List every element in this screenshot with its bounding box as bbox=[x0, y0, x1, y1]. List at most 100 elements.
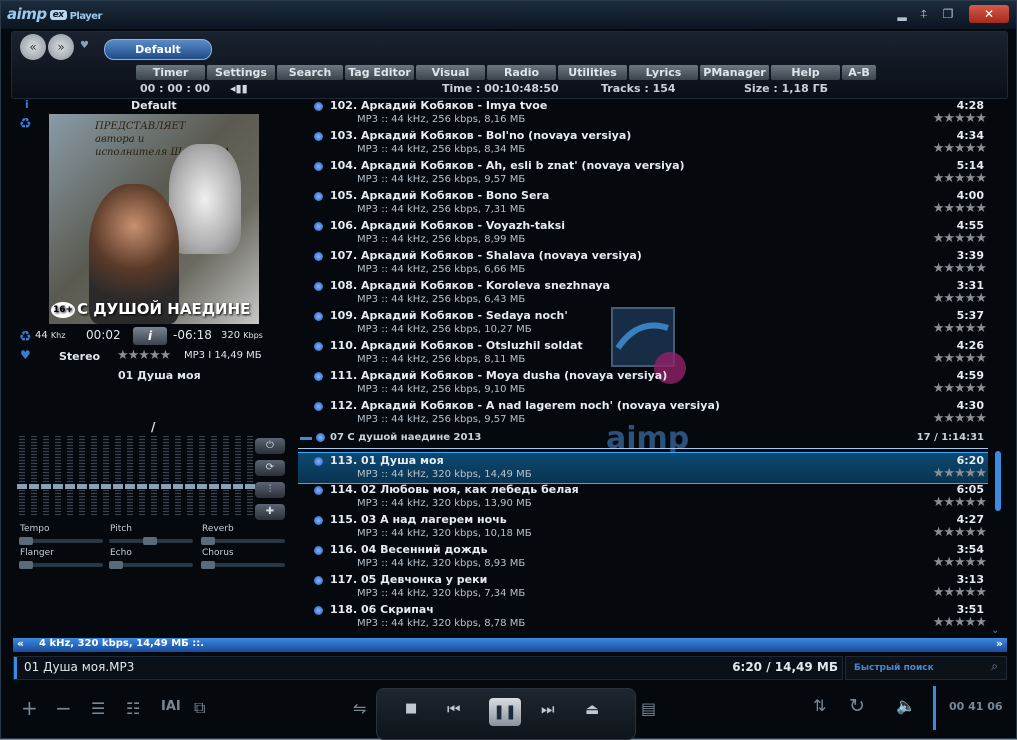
search-input[interactable] bbox=[852, 660, 986, 676]
title-bar[interactable]: aimp ex Player ▂ ⍏ ❐ ✕ bbox=[1, 1, 1016, 29]
eq-band[interactable] bbox=[89, 436, 99, 516]
eq-knob[interactable] bbox=[209, 484, 219, 489]
back-icon[interactable]: « bbox=[20, 34, 46, 60]
tab-pmanager[interactable]: PManager bbox=[700, 65, 769, 80]
eq-band[interactable] bbox=[173, 436, 183, 516]
list-icon[interactable]: ☰ bbox=[91, 699, 105, 718]
list-item-selected[interactable]: 113. 01 Душа моя MP3 :: 44 kHz, 320 kbps… bbox=[298, 452, 988, 484]
eq-band[interactable] bbox=[113, 436, 123, 516]
eq-band[interactable] bbox=[149, 436, 159, 516]
previous-icon[interactable]: ⏮ bbox=[447, 700, 461, 718]
track-rating[interactable]: ★★★★★ bbox=[933, 171, 987, 186]
tab-tag-editor[interactable]: Tag Editor bbox=[345, 65, 414, 80]
playlist-group-header[interactable]: 07 С душой наедине 2013 17 / 1:14:31 bbox=[298, 430, 988, 448]
tab-lyrics[interactable]: Lyrics bbox=[629, 65, 698, 80]
list-item[interactable]: 110. Аркадий Кобяков - Otsluzhil soldat … bbox=[298, 338, 988, 368]
track-rating[interactable]: ★★★★★ bbox=[933, 411, 987, 426]
shuffle-icon[interactable]: ⇅ bbox=[813, 696, 826, 715]
eq-toggle-icon[interactable]: ⇋ bbox=[353, 699, 366, 718]
list-item[interactable]: 102. Аркадий Кобяков - Imya tvoe MP3 :: … bbox=[298, 98, 988, 128]
track-rating[interactable]: ★★★★★ bbox=[933, 585, 987, 600]
recycle-icon-2[interactable]: ♻ bbox=[19, 329, 32, 345]
remove-icon[interactable]: − bbox=[55, 696, 72, 720]
eq-knob[interactable] bbox=[149, 484, 159, 489]
tab-search[interactable]: Search bbox=[277, 65, 343, 80]
search-icon[interactable]: ⌕ bbox=[991, 659, 998, 674]
eq-band[interactable] bbox=[245, 436, 255, 516]
tag-icon[interactable]: IAI bbox=[161, 699, 181, 714]
heart-small-icon[interactable]: ♥ bbox=[80, 40, 89, 51]
tempo-slider[interactable] bbox=[19, 537, 103, 545]
track-rating[interactable]: ★★★★★ bbox=[933, 466, 987, 481]
pitch-slider[interactable] bbox=[109, 537, 193, 545]
eq-band[interactable] bbox=[41, 436, 51, 516]
scroll-left-icon[interactable]: « bbox=[17, 637, 24, 650]
eq-knob[interactable] bbox=[185, 484, 195, 489]
track-info-button[interactable]: i bbox=[133, 327, 167, 345]
eq-knob[interactable] bbox=[233, 484, 243, 489]
track-rating[interactable]: ★★★★★ bbox=[933, 141, 987, 156]
list-item[interactable]: 105. Аркадий Кобяков - Bono Sera MP3 :: … bbox=[298, 188, 988, 218]
tab-visual[interactable]: Visual bbox=[416, 65, 485, 80]
track-rating[interactable]: ★★★★★ bbox=[933, 111, 987, 126]
eq-band[interactable] bbox=[197, 436, 207, 516]
playlist-options-icon[interactable]: ⧉ bbox=[194, 698, 205, 718]
track-rating[interactable]: ★★★★★ bbox=[933, 291, 987, 306]
flanger-slider[interactable] bbox=[19, 561, 103, 569]
slider-thumb[interactable] bbox=[19, 537, 33, 545]
eq-band[interactable] bbox=[233, 436, 243, 516]
eq-band[interactable] bbox=[101, 436, 111, 516]
eq-knob[interactable] bbox=[101, 484, 111, 489]
track-rating[interactable]: ★★★★★ bbox=[933, 231, 987, 246]
eq-knob[interactable] bbox=[125, 484, 135, 489]
equalizer[interactable] bbox=[17, 436, 255, 520]
list-item[interactable]: 118. 06 Скрипач MP3 :: 44 kHz, 320 kbps,… bbox=[298, 602, 988, 632]
window-mode-icon[interactable]: ❐ bbox=[935, 5, 961, 23]
eq-knob[interactable] bbox=[17, 484, 27, 489]
pin-icon[interactable]: ⍏ bbox=[911, 5, 937, 23]
chorus-slider[interactable] bbox=[201, 561, 285, 569]
track-rating[interactable]: ★★★★★ bbox=[933, 525, 987, 540]
visualization-icon[interactable]: ▤ bbox=[641, 699, 656, 718]
eq-knob[interactable] bbox=[161, 484, 171, 489]
tab-timer[interactable]: Timer bbox=[136, 65, 205, 80]
eq-band[interactable] bbox=[53, 436, 63, 516]
close-button[interactable]: ✕ bbox=[969, 5, 1009, 23]
volume-level-indicator[interactable] bbox=[933, 686, 936, 730]
track-rating[interactable]: ★★★★★ bbox=[933, 321, 987, 336]
track-rating[interactable]: ★★★★★ bbox=[933, 495, 987, 510]
slider-thumb[interactable] bbox=[19, 561, 33, 569]
eq-knob[interactable] bbox=[221, 484, 231, 489]
list-item[interactable]: 112. Аркадий Кобяков - A nad lagerem noc… bbox=[298, 398, 988, 428]
stop-icon[interactable]: ■ bbox=[405, 701, 417, 716]
playlist[interactable]: aimp 102. Аркадий Кобяков - Imya tvoe MP… bbox=[298, 98, 988, 636]
slider-thumb[interactable] bbox=[201, 561, 215, 569]
list-item[interactable]: 103. Аркадий Кобяков - Bol'no (novaya ve… bbox=[298, 128, 988, 158]
eq-knob[interactable] bbox=[197, 484, 207, 489]
power-icon[interactable]: ⏻ bbox=[255, 438, 285, 454]
forward-icon[interactable]: » bbox=[48, 34, 74, 60]
eq-knob[interactable] bbox=[65, 484, 75, 489]
slider-thumb[interactable] bbox=[109, 561, 123, 569]
tab-a-b[interactable]: A-B bbox=[842, 65, 876, 80]
tab-utilities[interactable]: Utilities bbox=[558, 65, 627, 80]
recycle-icon[interactable]: ♻ bbox=[19, 116, 32, 132]
eq-band[interactable] bbox=[161, 436, 171, 516]
list-item[interactable]: 116. 04 Весенний дождь MP3 :: 44 kHz, 32… bbox=[298, 542, 988, 572]
eq-band[interactable] bbox=[17, 436, 27, 516]
list-item[interactable]: 106. Аркадий Кобяков - Voyazh-taksi MP3 … bbox=[298, 218, 988, 248]
scroll-down-icon[interactable]: ⌄ bbox=[991, 625, 999, 636]
playlist-preset-button[interactable]: Default bbox=[104, 39, 212, 60]
eq-band[interactable] bbox=[221, 436, 231, 516]
eq-knob[interactable] bbox=[137, 484, 147, 489]
puzzle-icon[interactable]: ✚ bbox=[255, 504, 285, 520]
volume-arrow-icon[interactable]: ◂▮▮ bbox=[230, 82, 248, 95]
reverb-slider[interactable] bbox=[201, 537, 285, 545]
eq-band[interactable] bbox=[185, 436, 195, 516]
loop-icon[interactable]: ⟳ bbox=[255, 460, 285, 476]
open-icon[interactable]: ⏏ bbox=[585, 700, 599, 718]
tab-help[interactable]: Help bbox=[771, 65, 840, 80]
add-icon[interactable]: + bbox=[21, 696, 38, 720]
track-rating[interactable]: ★★★★★ bbox=[933, 351, 987, 366]
list-item[interactable]: 111. Аркадий Кобяков - Moya dusha (novay… bbox=[298, 368, 988, 398]
